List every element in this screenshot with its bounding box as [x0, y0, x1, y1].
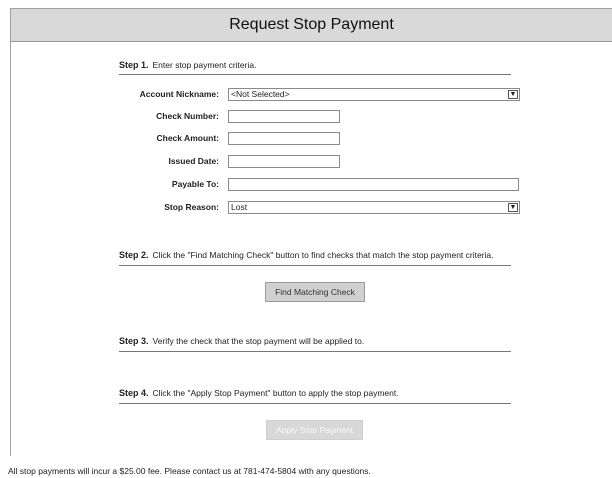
stop-reason-label: Stop Reason:: [164, 202, 219, 212]
page-title: Request Stop Payment: [11, 9, 612, 42]
step2-text: Click the "Find Matching Check" button t…: [152, 250, 494, 260]
check-number-label: Check Number:: [156, 111, 219, 121]
issued-date-input[interactable]: [228, 155, 340, 168]
step2-label: Step 2.: [119, 250, 149, 260]
step4-heading: Step 4. Click the "Apply Stop Payment" bu…: [119, 388, 399, 398]
check-amount-label: Check Amount:: [156, 133, 220, 143]
account-nickname-value: <Not Selected>: [231, 89, 290, 99]
stop-reason-select[interactable]: Lost ▼: [228, 201, 520, 214]
check-number-input[interactable]: [228, 110, 340, 123]
find-matching-check-button[interactable]: Find Matching Check: [265, 282, 365, 302]
stop-reason-value: Lost: [231, 202, 248, 212]
step4-text: Click the "Apply Stop Payment" button to…: [152, 388, 399, 398]
issued-date-label: Issued Date:: [168, 156, 219, 166]
step3-heading: Step 3. Verify the check that the stop pa…: [119, 336, 364, 346]
step2-divider: [119, 265, 511, 266]
step3-label: Step 3.: [119, 336, 149, 346]
stop-payment-panel: Request Stop Payment Step 1. Enter stop p…: [10, 8, 612, 456]
step1-divider: [119, 74, 511, 75]
payable-to-label: Payable To:: [171, 179, 219, 189]
account-nickname-label: Account Nickname:: [139, 89, 219, 99]
chevron-down-icon: ▼: [508, 203, 518, 212]
chevron-down-icon: ▼: [508, 90, 518, 99]
step1-text: Enter stop payment criteria.: [152, 60, 257, 70]
step2-heading: Step 2. Click the "Find Matching Check" b…: [119, 250, 494, 260]
account-nickname-select[interactable]: <Not Selected> ▼: [228, 88, 520, 101]
step1-heading: Step 1. Enter stop payment criteria.: [119, 60, 256, 70]
payable-to-input[interactable]: [228, 178, 519, 191]
fee-notice: All stop payments will incur a $25.00 fe…: [8, 466, 371, 476]
step1-label: Step 1.: [119, 60, 149, 70]
step3-text: Verify the check that the stop payment w…: [152, 336, 365, 346]
step3-divider: [119, 351, 511, 352]
step4-label: Step 4.: [119, 388, 149, 398]
apply-stop-payment-button[interactable]: Apply Stop Payment: [266, 420, 363, 440]
check-amount-input[interactable]: [228, 132, 340, 145]
step4-divider: [119, 403, 511, 404]
